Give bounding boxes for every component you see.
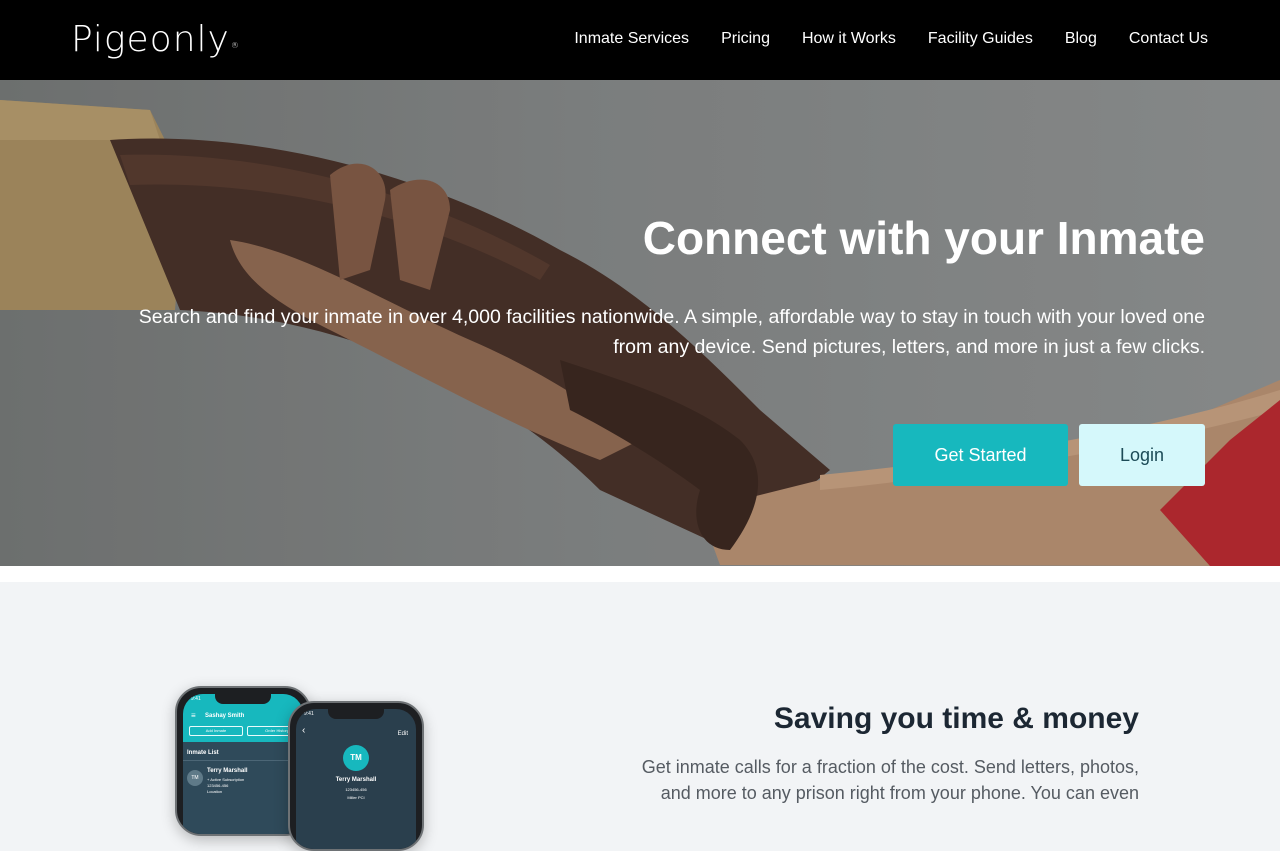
- feature-title: Saving you time & money: [773, 702, 1139, 735]
- section-divider: [0, 566, 1280, 582]
- phone-notch: [215, 694, 271, 704]
- login-button[interactable]: Login: [1079, 424, 1205, 486]
- phone-screen: 9:41 ≡ Sashay Smith Add Inmate Order His…: [183, 694, 303, 834]
- nav-link-contact-us[interactable]: Contact Us: [1129, 28, 1208, 50]
- phone-mockup-inmate-profile: 9:41 ‹ Edit TM Terry Marshall 123456-456…: [288, 701, 424, 851]
- get-started-button[interactable]: Get Started: [893, 424, 1068, 486]
- list-divider: [183, 760, 303, 761]
- edit-link: Edit: [397, 731, 408, 737]
- phone-notch: [328, 709, 384, 719]
- hero-section: Connect with your Inmate Search and find…: [0, 80, 1280, 566]
- inmate-list-label: Inmate List: [187, 750, 219, 756]
- status-time: 9:41: [191, 696, 201, 702]
- nav-link-blog[interactable]: Blog: [1065, 28, 1097, 50]
- nav-link-pricing[interactable]: Pricing: [721, 28, 770, 50]
- app-user-name: Sashay Smith: [205, 713, 245, 719]
- pigeonly-logo[interactable]: Pigeonly®: [71, 18, 240, 62]
- nav-links: Inmate Services Pricing How it Works Fac…: [574, 28, 1208, 50]
- hero-title: Connect with your Inmate: [642, 212, 1205, 264]
- add-inmate-button: Add Inmate: [189, 726, 243, 736]
- nav-link-facility-guides[interactable]: Facility Guides: [928, 28, 1033, 50]
- logo-text: Pigeonly: [71, 19, 230, 60]
- status-time: 9:41: [304, 711, 314, 717]
- inmate-location: Location: [207, 789, 223, 794]
- phone-screen: 9:41 ‹ Edit TM Terry Marshall 123456-456…: [296, 709, 416, 849]
- profile-id: 123456-456: [345, 787, 367, 792]
- profile-name: Terry Marshall: [335, 777, 377, 783]
- profile-avatar: TM: [343, 745, 369, 771]
- feature-description: Get inmate calls for a fraction of the c…: [641, 757, 1139, 803]
- hero-description: Search and find your inmate in over 4,00…: [138, 306, 1205, 358]
- registered-mark: ®: [230, 41, 240, 50]
- back-chevron-icon: ‹: [302, 725, 306, 736]
- top-navigation-bar: Pigeonly® Inmate Services Pricing How it…: [0, 0, 1280, 80]
- inmate-avatar: TM: [187, 770, 203, 786]
- inmate-name: Terry Marshall: [207, 768, 248, 774]
- nav-link-inmate-services[interactable]: Inmate Services: [574, 28, 689, 50]
- menu-icon: ≡: [191, 711, 196, 720]
- nav-link-how-it-works[interactable]: How it Works: [802, 28, 896, 50]
